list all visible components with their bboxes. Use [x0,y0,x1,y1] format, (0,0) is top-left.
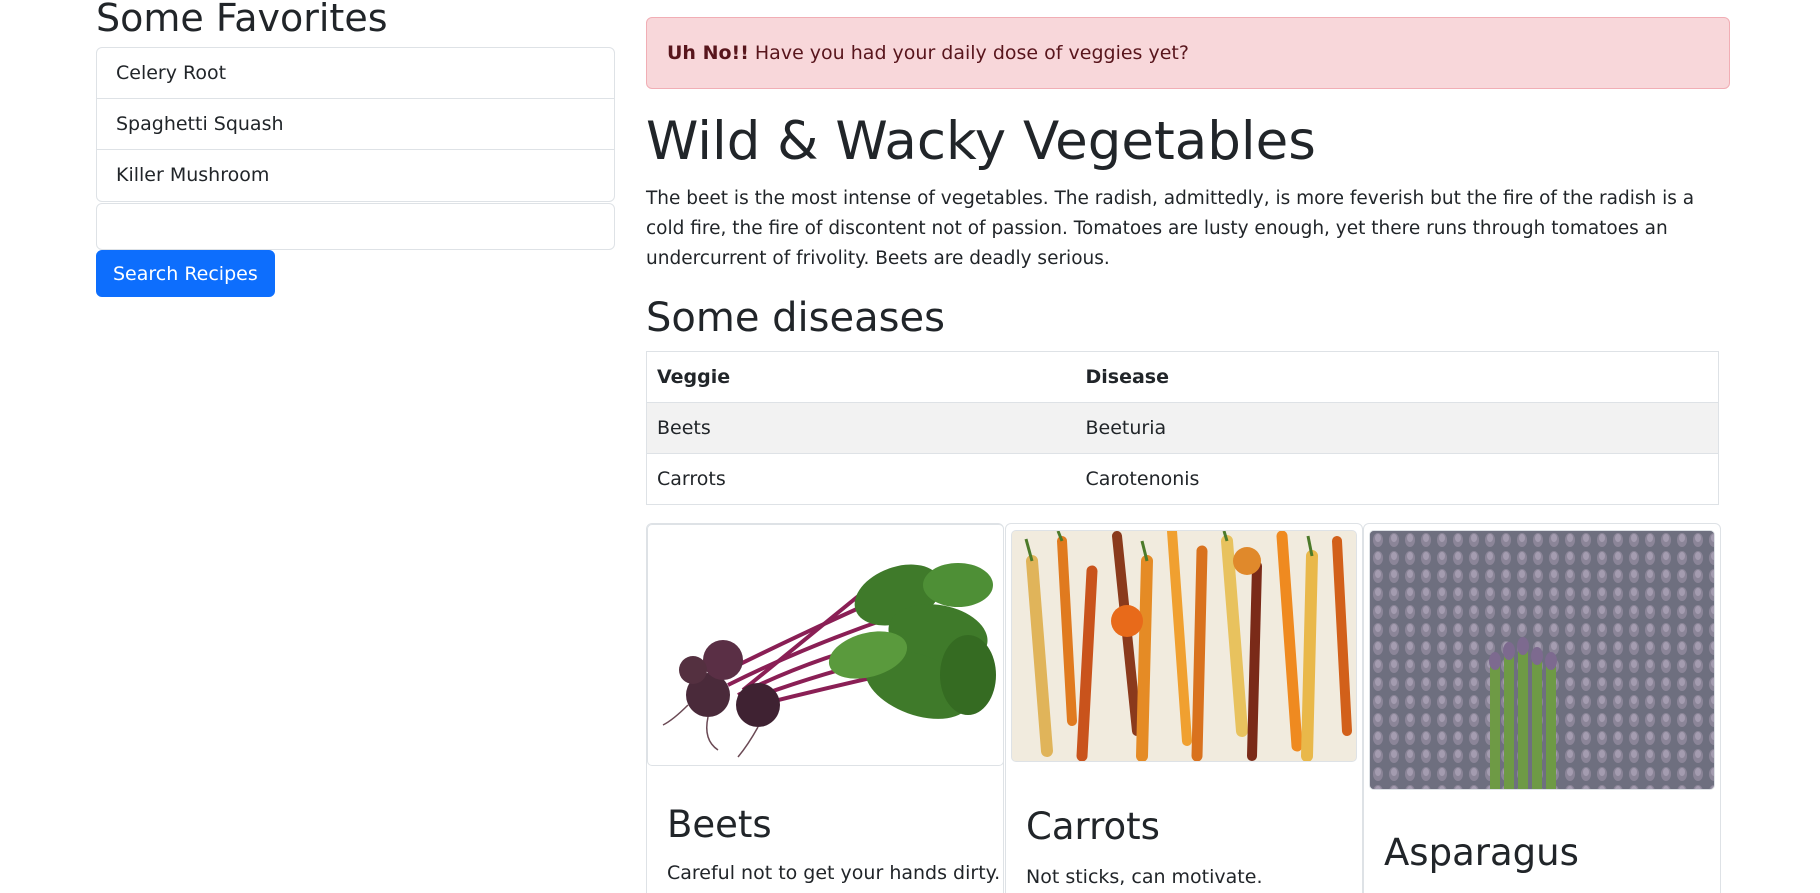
alert-text: Have you had your daily dose of veggies … [748,42,1189,64]
search-recipes-button[interactable]: Search Recipes [96,250,275,297]
diseases-table: Veggie Disease Beets Beeturia Carrots Ca… [646,351,1719,505]
favorites-title: Some Favorites [96,0,388,40]
table-cell: Beets [646,402,1076,454]
list-item[interactable]: Spaghetti Squash [97,99,614,150]
card-beets: Beets Careful not to get your hands dirt… [646,523,1004,893]
card-title: Beets [667,803,772,846]
table-cell: Beeturia [1075,402,1719,454]
card-title: Asparagus [1384,831,1579,874]
vegetable-cards: Beets Careful not to get your hands dirt… [646,523,1721,893]
diseases-title: Some diseases [646,295,945,341]
asparagus-photo [1369,530,1715,790]
main-content: Uh No!! Have you had your daily dose of … [646,0,1730,505]
intro-paragraph: The beet is the most intense of vegetabl… [646,188,1695,269]
list-item[interactable]: Killer Mushroom [97,150,614,201]
alert-strong: Uh No!! [667,42,749,64]
list-item[interactable]: Celery Root [97,48,614,99]
card-asparagus: Asparagus [1363,523,1721,893]
card-title: Carrots [1026,805,1160,848]
table-header-veggie: Veggie [646,351,1076,403]
favorites-panel: Some Favorites Celery Root Spaghetti Squ… [96,0,615,297]
table-cell: Carotenonis [1075,453,1719,505]
favorites-list: Celery Root Spaghetti Squash Killer Mush… [96,47,615,202]
table-header-row: Veggie Disease [646,351,1719,403]
table-header-disease: Disease [1075,351,1719,403]
table-row: Carrots Carotenonis [646,453,1719,505]
carrots-photo [1011,530,1357,762]
search-input[interactable] [96,203,615,250]
page: Some Favorites Celery Root Spaghetti Squ… [0,0,1820,893]
page-title: Wild & Wacky Vegetables [646,111,1316,172]
card-text: Careful not to get your hands dirty. [667,862,1001,884]
table-cell: Carrots [646,453,1076,505]
table-row: Beets Beeturia [646,402,1719,454]
card-text: Not sticks, can motivate. [1026,866,1263,888]
card-carrots: Carrots Not sticks, can motivate. [1005,523,1363,893]
beets-photo [647,524,1004,766]
alert-banner: Uh No!! Have you had your daily dose of … [646,17,1730,89]
